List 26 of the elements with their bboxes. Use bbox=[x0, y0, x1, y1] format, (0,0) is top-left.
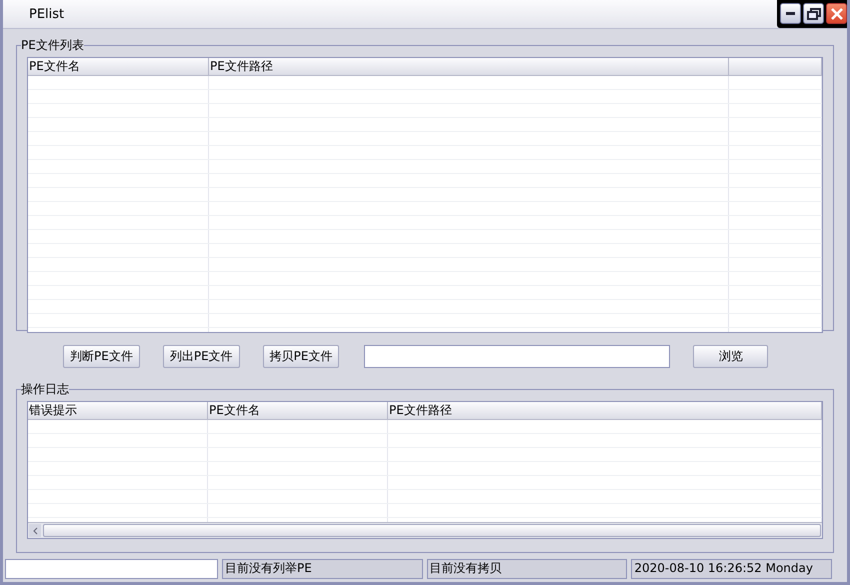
horizontal-scrollbar[interactable] bbox=[28, 522, 822, 538]
browse-button[interactable]: 浏览 bbox=[693, 344, 768, 368]
minimize-icon bbox=[786, 12, 795, 15]
action-button[interactable]: 判断PE文件 bbox=[63, 344, 140, 368]
scroll-left-button[interactable] bbox=[29, 524, 41, 537]
action-button[interactable]: 列出PE文件 bbox=[162, 344, 240, 368]
column-header[interactable]: 错误提示 bbox=[28, 402, 208, 419]
chevron-left-icon bbox=[32, 526, 38, 534]
path-field[interactable] bbox=[364, 344, 670, 368]
window-title: PElist bbox=[29, 6, 64, 22]
status-field: 目前没有列举PE bbox=[222, 559, 423, 579]
minimize-button[interactable] bbox=[780, 3, 801, 24]
group-title: 操作日志 bbox=[21, 381, 69, 398]
status-field: 2020-08-10 16:26:52 Monday bbox=[631, 559, 832, 579]
action-button[interactable]: 拷贝PE文件 bbox=[262, 344, 340, 368]
column-header[interactable]: PE文件名 bbox=[208, 402, 388, 419]
close-button[interactable] bbox=[826, 3, 847, 24]
group-title: PE文件列表 bbox=[21, 37, 84, 54]
close-icon bbox=[830, 6, 844, 20]
column-header[interactable]: PE文件名 bbox=[28, 58, 209, 75]
restore-button[interactable] bbox=[803, 3, 824, 24]
column-header[interactable]: PE文件路径 bbox=[388, 402, 822, 419]
status-field: 目前没有拷贝 bbox=[426, 559, 628, 579]
column-header[interactable]: PE文件路径 bbox=[209, 58, 729, 75]
scroll-thumb[interactable] bbox=[43, 524, 821, 537]
restore-icon bbox=[806, 8, 820, 20]
